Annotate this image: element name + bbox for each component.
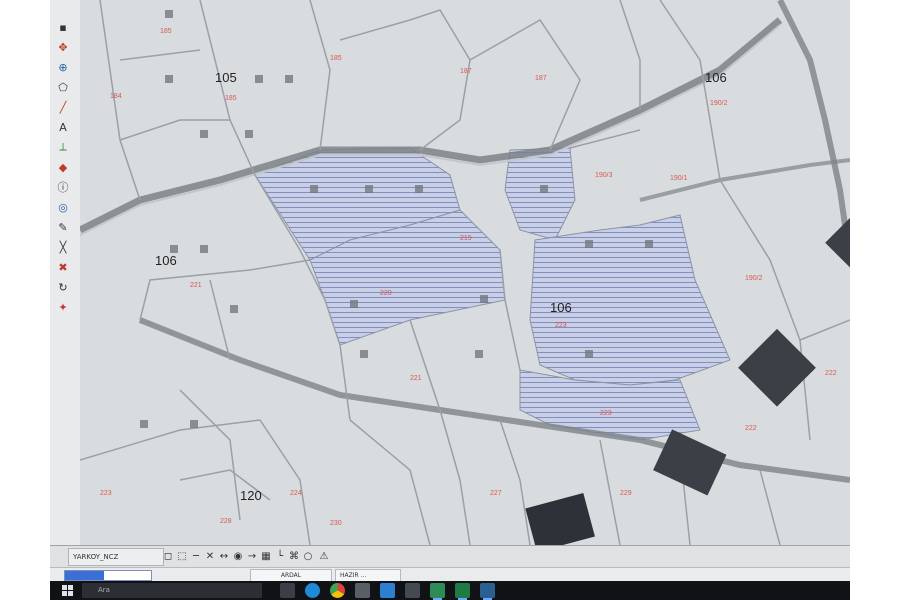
snap-icon[interactable]: ◎ [55,200,71,214]
select-icon[interactable]: ▪ [55,20,71,34]
pointer-icon[interactable]: ⬚ [176,549,188,563]
parcel-number: 223 [100,490,112,497]
line-icon[interactable]: ─ [190,549,202,563]
zoom-icon[interactable]: ⊕ [55,60,71,74]
layer-icon[interactable]: ◆ [55,160,71,174]
parcel-number: 184 [110,93,122,100]
arrow-icon[interactable]: ↔ [218,549,230,563]
parcel-number: 221 [190,282,202,289]
progress-bar [64,570,152,581]
taskbar-search[interactable]: Ara [82,583,262,598]
monitor-frame: ▪ ✥ ⊕ ⬠ ╱ A ⟂ ◆ ⓘ ◎ ✎ ╳ ✖ ↻ ✦ 105 106 10… [50,0,850,600]
map-canvas[interactable] [80,0,850,545]
block-label: 105 [215,70,237,85]
mail-icon[interactable] [380,583,395,598]
parcel-number: 228 [220,518,232,525]
parcel-number: 223 [600,410,612,417]
circle-icon[interactable]: ○ [302,549,314,563]
node-icon[interactable]: ╳ [55,240,71,254]
parcel-number: 185 [225,95,237,102]
block-label: 106 [155,253,177,268]
grid-icon[interactable]: ▦ [260,549,272,563]
parcel-number: 222 [745,425,757,432]
link-icon[interactable]: ⌘ [288,549,300,563]
excel-icon[interactable] [455,583,470,600]
explorer-icon[interactable] [480,583,495,600]
line-icon[interactable]: ╱ [55,100,71,114]
parcel-number: 223 [555,322,567,329]
parcel-number: 219 [460,235,472,242]
progress-fill [65,571,104,580]
record-icon[interactable]: ◉ [232,549,244,563]
block-label: 106 [705,70,727,85]
windows-start-icon[interactable] [62,585,73,596]
warning-icon[interactable]: ⚠ [318,549,330,563]
select-icon[interactable]: ◻ [162,549,174,563]
paint-icon[interactable]: ✦ [55,300,71,314]
cad-toolbar: YARKOY_NCZ ◻ ⬚ ─ ✕ ↔ ◉ → ▦ └ ⌘ ○ ⚠ [50,545,850,568]
block-label: 106 [550,300,572,315]
parcel-number: 190/1 [670,175,688,182]
parcel-number: 185 [160,28,172,35]
cad-app-icon[interactable] [430,583,445,600]
block-label: 120 [240,488,262,503]
info-icon[interactable]: ⓘ [55,180,71,194]
pan-icon[interactable]: ✥ [55,40,71,54]
parcel-number: 229 [620,490,632,497]
corner-icon[interactable]: └ [274,549,286,563]
edge-icon[interactable] [305,583,320,598]
status-bar: ARDAL HAZIR ... [50,567,850,582]
parcel-number: 222 [825,370,837,377]
photos-icon[interactable] [405,583,420,598]
delete-icon[interactable]: ✖ [55,260,71,274]
cadastral-map[interactable]: 105 106 106 106 120 185 185 184 185 187 … [80,0,850,545]
parcel-number: 190/3 [595,172,613,179]
parcel-number: 224 [290,490,302,497]
parcel-number: 187 [535,75,547,82]
screen: ▪ ✥ ⊕ ⬠ ╱ A ⟂ ◆ ⓘ ◎ ✎ ╳ ✖ ↻ ✦ 105 106 10… [50,0,850,600]
parcel-number: 185 [330,55,342,62]
parcel-number: 190/2 [710,100,728,107]
polygon-icon[interactable]: ⬠ [55,80,71,94]
calendar-icon[interactable] [355,583,370,598]
left-toolbar: ▪ ✥ ⊕ ⬠ ╱ A ⟂ ◆ ⓘ ◎ ✎ ╳ ✖ ↻ ✦ [50,0,81,555]
parcel-number: 230 [330,520,342,527]
file-name-field[interactable]: YARKOY_NCZ [68,548,164,566]
chrome-icon[interactable] [330,583,345,598]
cross-icon[interactable]: ✕ [204,549,216,563]
parcel-number: 190/2 [745,275,763,282]
windows-taskbar: Ara [50,581,850,600]
text-icon[interactable]: A [55,120,71,134]
parcel-number: 187 [460,68,472,75]
measure-icon[interactable]: ⟂ [55,140,71,154]
edit-icon[interactable]: ✎ [55,220,71,234]
task-view-icon[interactable] [280,583,295,598]
parcel-number: 220 [380,290,392,297]
arrow-right-icon[interactable]: → [246,549,258,563]
parcel-number: 221 [410,375,422,382]
parcel-number: 227 [490,490,502,497]
rotate-icon[interactable]: ↻ [55,280,71,294]
